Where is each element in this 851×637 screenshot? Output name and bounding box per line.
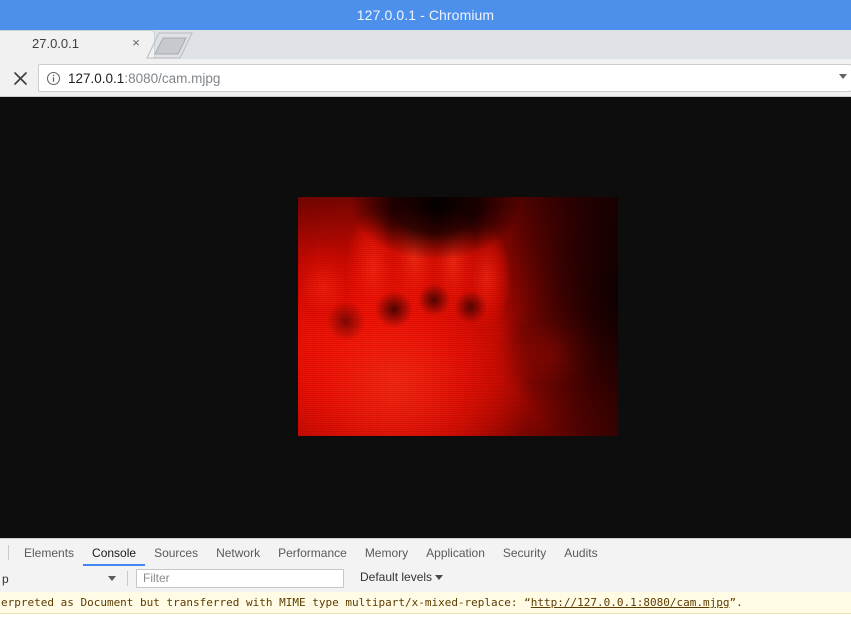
camera-image-sensor-grain [298,197,618,436]
address-bar-host: 127.0.0.1 [68,70,125,86]
devtools-tab-bar: Elements Console Sources Network Perform… [0,539,851,567]
execution-context-value: p [2,571,9,586]
console-output: urce interpreted as Document but transfe… [0,592,851,637]
tab-security[interactable]: Security [494,540,555,566]
console-levels-dropdown[interactable]: Default levels [360,570,444,584]
console-filter-input[interactable] [136,569,344,588]
filter-bar-divider [127,571,128,586]
chevron-down-icon[interactable] [108,576,116,581]
tab-network[interactable]: Network [207,540,269,566]
console-warning-message[interactable]: urce interpreted as Document but transfe… [0,592,851,614]
tab-audits[interactable]: Audits [555,540,606,566]
address-bar-url: 127.0.0.1:8080/cam.mjpg [68,71,220,86]
devtools-panel: Elements Console Sources Network Perform… [0,538,851,637]
window-title: 127.0.0.1 - Chromium [356,7,495,23]
mjpeg-camera-stream-image [298,197,618,436]
chevron-down-icon[interactable] [839,74,847,79]
page-viewport [0,97,851,538]
console-message-text: urce interpreted as Document but transfe… [0,596,743,609]
tab-memory[interactable]: Memory [356,540,417,566]
tab-console[interactable]: Console [83,540,145,566]
tab-strip: 27.0.0.1 × [0,30,851,59]
tab-performance[interactable]: Performance [269,540,356,566]
console-filter-bar: p Default levels [0,566,851,593]
new-tab-slant-icon[interactable] [146,32,194,59]
console-message-prefix: urce interpreted as Document but transfe… [0,596,531,609]
tab-sources[interactable]: Sources [145,540,207,566]
browser-tab-label: 27.0.0.1 [32,36,79,51]
console-message-suffix: ”. [729,596,743,609]
info-circle-icon[interactable] [46,71,61,86]
tab-application[interactable]: Application [417,540,494,566]
tab-elements[interactable]: Elements [15,540,83,566]
console-message-link[interactable]: http://127.0.0.1:8080/cam.mjpg [531,596,730,609]
address-bar-path: :8080/cam.mjpg [124,70,221,86]
close-stop-icon[interactable] [8,66,32,90]
chevron-down-icon [435,575,444,580]
browser-toolbar: 127.0.0.1:8080/cam.mjpg [0,59,851,97]
execution-context-select[interactable]: p [0,569,124,588]
console-levels-label: Default levels [360,570,433,584]
close-icon[interactable]: × [128,35,144,51]
window-title-bar[interactable]: 127.0.0.1 - Chromium [0,0,851,30]
devtools-tabbar-divider [8,545,9,560]
address-bar[interactable]: 127.0.0.1:8080/cam.mjpg [38,64,851,92]
